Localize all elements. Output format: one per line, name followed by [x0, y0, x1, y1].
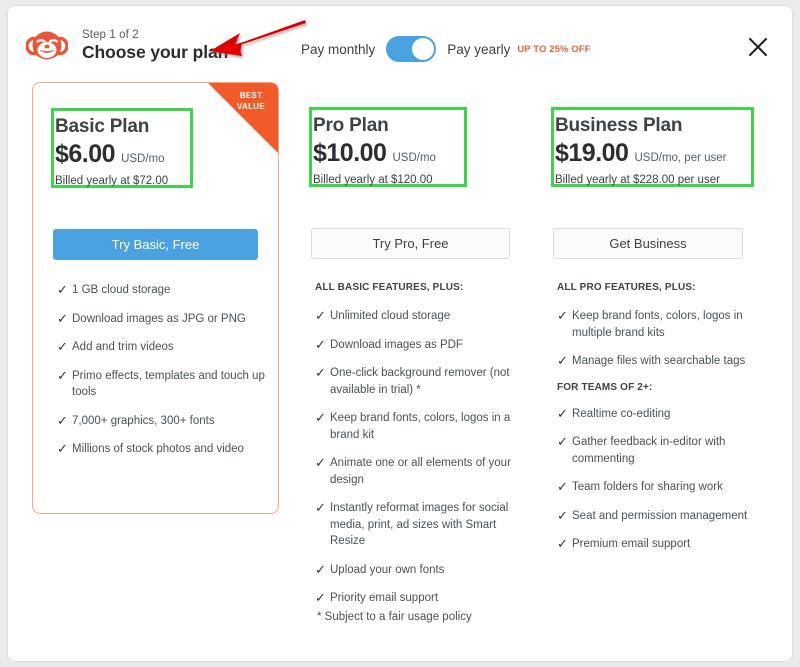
feature-label: Gather feedback in-editor with commentin…	[572, 436, 726, 465]
check-icon: ✓	[315, 500, 326, 515]
check-icon: ✓	[315, 561, 326, 577]
feature-label: Animate one or all elements of your desi…	[330, 457, 511, 486]
feature-label: Seat and permission management	[572, 509, 748, 522]
plan-cta-button-basic[interactable]: Try Basic, Free	[53, 229, 258, 260]
feature-item: ✓ Add and trim videos	[57, 339, 267, 356]
check-icon: ✓	[315, 590, 326, 605]
check-icon: ✓	[315, 365, 326, 380]
feature-item: ✓ Realtime co-editing	[557, 406, 765, 423]
plan-price-row: $6.00 USD/mo	[55, 140, 168, 169]
plan-footnote: * Subject to a fair usage policy	[317, 611, 472, 623]
feature-item: ✓ Unlimited cloud storage	[315, 308, 515, 325]
plan-price-unit: USD/mo, per user	[634, 152, 727, 164]
check-icon: ✓	[57, 367, 68, 383]
feature-list-basic: ✓ 1 GB cloud storage ✓ Download images as J…	[57, 282, 267, 470]
check-icon: ✓	[557, 353, 568, 368]
feature-item: ✓ Team folders for sharing work	[557, 479, 765, 496]
feature-item: ✓ Millions of stock photos and video	[57, 441, 267, 458]
plan-header-business: Business Plan $19.00 USD/mo, per user Bille…	[555, 114, 727, 186]
feature-label: Download images as JPG or PNG	[72, 312, 246, 325]
feature-label: Keep brand fonts, colors, logos in multi…	[572, 310, 743, 339]
check-icon: ✓	[315, 455, 326, 470]
feature-label: Premium email support	[572, 538, 691, 550]
feature-item: ✓ Upload your own fonts	[315, 562, 515, 579]
plan-price-row: $19.00 USD/mo, per user	[555, 139, 727, 168]
feature-list-heading: ALL BASIC FEATURES, PLUS:	[315, 282, 464, 293]
screen-background: Step 1 of 2 Choose your plan Pay monthly…	[0, 0, 800, 667]
plan-price-row: $10.00 USD/mo	[313, 139, 436, 168]
feature-label: Upload your own fonts	[330, 563, 445, 576]
feature-label: Instantly reformat images for social med…	[330, 502, 509, 547]
plan-price-unit: USD/mo	[392, 152, 436, 164]
check-icon: ✓	[57, 441, 68, 456]
feature-item: ✓ One-click background remover (not avail…	[315, 365, 515, 398]
feature-label: Unlimited cloud storage	[330, 310, 451, 322]
check-icon: ✓	[557, 308, 568, 323]
feature-group-heading: FOR TEAMS OF 2+:	[557, 381, 653, 393]
plan-name: Basic Plan	[55, 116, 150, 137]
plan-name: Pro Plan	[313, 115, 389, 136]
check-icon: ✓	[557, 536, 568, 551]
feature-list-pro: ✓ Unlimited cloud storage ✓ Download images…	[315, 308, 515, 619]
plan-price: $6.00	[55, 140, 116, 168]
feature-label: Keep brand fonts, colors, logos in a bra…	[330, 412, 511, 441]
feature-item: ✓ Premium email support	[557, 536, 765, 553]
feature-list-business: ✓ Keep brand fonts, colors, logos in mult…	[557, 308, 765, 565]
feature-item: ✓ Instantly reformat images for social me…	[315, 500, 515, 550]
feature-label: Add and trim videos	[72, 341, 174, 353]
plan-billing-note: Billed yearly at $72.00	[55, 175, 169, 187]
feature-list-heading: ALL PRO FEATURES, PLUS:	[557, 282, 696, 293]
feature-label: Realtime co-editing	[572, 407, 671, 420]
plan-price: $10.00	[313, 139, 387, 167]
plan-billing-note: Billed yearly at $120.00	[313, 174, 433, 186]
feature-item: ✓ Gather feedback in-editor with commenti…	[557, 434, 765, 467]
check-icon: ✓	[557, 434, 568, 449]
feature-item: ✓ Animate one or all elements of your des…	[315, 455, 515, 488]
check-icon: ✓	[315, 336, 326, 352]
plan-cta-button-pro[interactable]: Try Pro, Free	[311, 228, 510, 259]
feature-label: Millions of stock photos and video	[72, 443, 244, 455]
feature-label: Team folders for sharing work	[572, 481, 723, 493]
plan-billing-note: Billed yearly at $228.00 per user	[555, 174, 720, 186]
feature-item: ✓ Priority email support	[315, 590, 515, 607]
feature-label: 1 GB cloud storage	[72, 284, 171, 296]
feature-label: Primo effects, templates and touch up to…	[72, 369, 265, 399]
check-icon: ✓	[557, 507, 568, 523]
feature-item: ✓ 7,000+ graphics, 300+ fonts	[57, 413, 267, 430]
plan-cards-container: BEST VALUE Basic Plan $6.00 USD/mo Billed yea…	[8, 6, 792, 661]
plan-cta-button-business[interactable]: Get Business	[553, 228, 743, 259]
check-icon: ✓	[557, 405, 568, 421]
plan-name: Business Plan	[555, 115, 683, 136]
feature-label: Manage files with searchable tags	[572, 355, 746, 367]
check-icon: ✓	[57, 310, 68, 326]
plan-header-pro: Pro Plan $10.00 USD/mo Billed yearly at $12…	[313, 114, 436, 186]
best-value-ribbon-label: BEST VALUE	[236, 91, 266, 111]
feature-item: ✓ Manage files with searchable tags	[557, 353, 765, 370]
feature-item: ✓ Download images as JPG or PNG	[57, 311, 267, 328]
check-icon: ✓	[57, 412, 68, 428]
plan-header-basic: Basic Plan $6.00 USD/mo Billed yearly at $7…	[55, 115, 168, 187]
check-icon: ✓	[57, 282, 68, 297]
feature-item: ✓ 1 GB cloud storage	[57, 282, 267, 299]
check-icon: ✓	[57, 339, 68, 354]
feature-label: Download images as PDF	[330, 338, 463, 351]
plan-price-unit: USD/mo	[121, 153, 165, 165]
check-icon: ✓	[315, 308, 326, 323]
plan-card-basic[interactable]: BEST VALUE Basic Plan $6.00 USD/mo Billed yea…	[32, 82, 279, 514]
feature-item: ✓ Seat and permission management	[557, 508, 765, 525]
feature-label: 7,000+ graphics, 300+ fonts	[72, 414, 215, 427]
check-icon: ✓	[315, 410, 326, 425]
check-icon: ✓	[557, 479, 568, 494]
feature-item: ✓ Keep brand fonts, colors, logos in a br…	[315, 410, 515, 443]
feature-label: One-click background remover (not availa…	[330, 367, 510, 396]
feature-item: ✓ Primo effects, templates and touch up t…	[57, 368, 267, 401]
feature-label: Priority email support	[330, 592, 439, 604]
feature-item: ✓ Download images as PDF	[315, 337, 515, 354]
pricing-modal: Step 1 of 2 Choose your plan Pay monthly…	[8, 6, 792, 661]
plan-price: $19.00	[555, 139, 629, 167]
feature-item: ✓ Keep brand fonts, colors, logos in mult…	[557, 308, 765, 341]
